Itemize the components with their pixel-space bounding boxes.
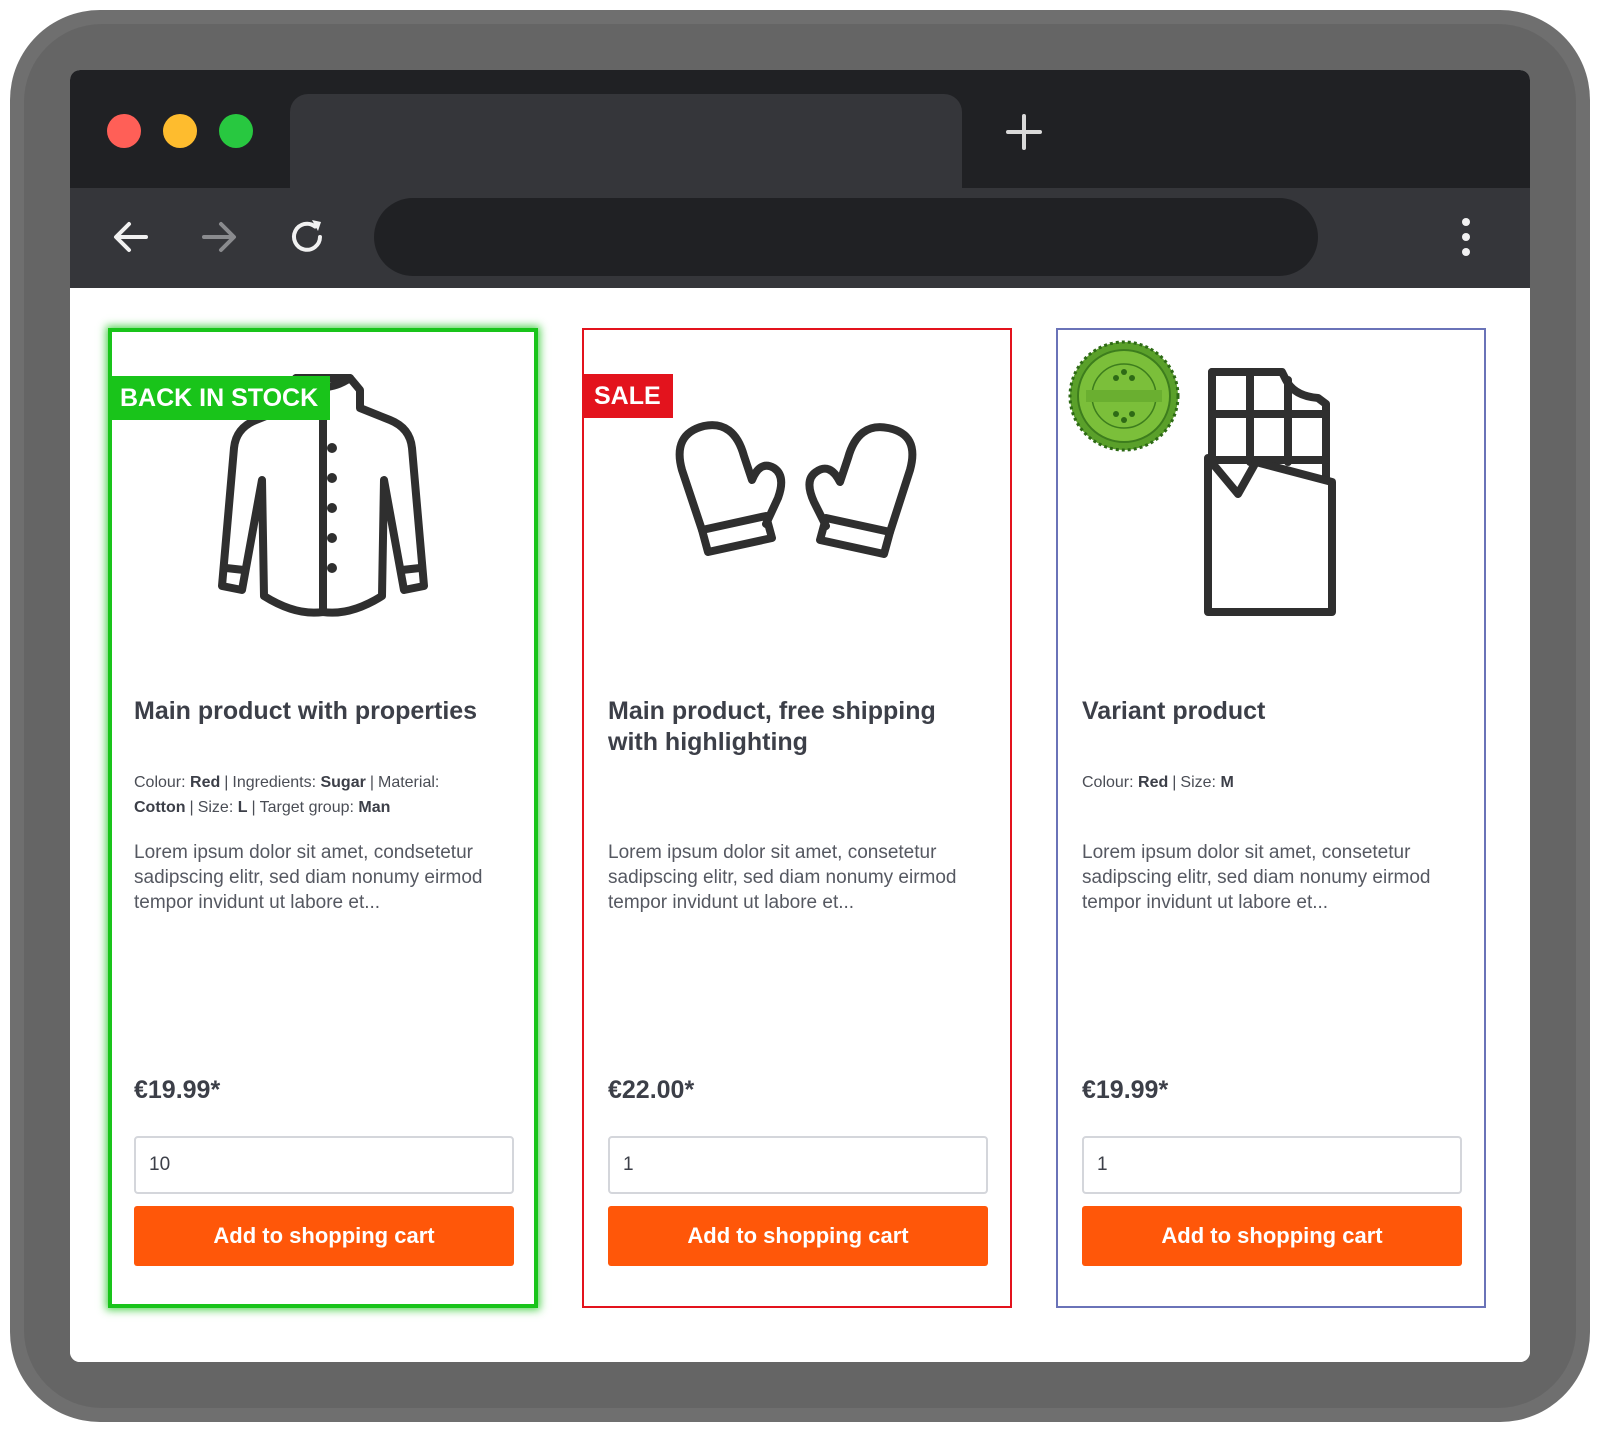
property-value: Red	[1138, 774, 1169, 791]
arrow-left-icon[interactable]	[110, 216, 152, 258]
browser-titlebar	[70, 70, 1530, 188]
add-to-cart-button[interactable]: Add to shopping cart	[134, 1206, 514, 1266]
property-value: Sugar	[320, 774, 366, 791]
back-in-stock-badge: BACK IN STOCK	[108, 376, 331, 420]
property-label: Size:	[197, 799, 234, 816]
product-description: Lorem ipsum dolor sit amet, consetetur s…	[608, 842, 957, 913]
property-label: Size:	[1180, 774, 1216, 791]
property-label: Material:	[377, 774, 440, 791]
close-window-button[interactable]	[107, 114, 141, 148]
quantity-input[interactable]	[608, 1136, 988, 1194]
property-value: Cotton	[134, 799, 186, 816]
property-label: Colour:	[1082, 774, 1134, 791]
quantity-input[interactable]	[1082, 1136, 1462, 1194]
browser-tab[interactable]	[290, 94, 962, 188]
product-card[interactable]: Variant product Colour: Red | Size: M Lore…	[1056, 328, 1486, 1308]
product-description: Lorem ipsum dolor sit amet, condsetetur …	[134, 842, 483, 913]
address-bar[interactable]	[374, 198, 1318, 276]
product-price: €22.00*	[608, 1076, 695, 1104]
quantity-input[interactable]	[134, 1136, 514, 1194]
product-image[interactable]	[1058, 330, 1484, 650]
product-title[interactable]: Main product with properties	[134, 696, 514, 727]
browser-window: BACK IN STOCK Main product with properti…	[70, 70, 1530, 1362]
add-to-cart-button[interactable]: Add to shopping cart	[608, 1206, 988, 1266]
product-title[interactable]: Variant product	[1082, 696, 1462, 727]
add-to-cart-button[interactable]: Add to shopping cart	[1082, 1206, 1462, 1266]
plus-icon[interactable]	[1004, 112, 1044, 152]
maximize-window-button[interactable]	[219, 114, 253, 148]
kebab-menu-icon[interactable]	[1458, 214, 1474, 260]
property-label: Colour:	[134, 774, 186, 791]
browser-toolbar	[70, 188, 1530, 288]
minimize-window-button[interactable]	[163, 114, 197, 148]
product-card[interactable]: BACK IN STOCK Main product with properti…	[108, 328, 538, 1308]
product-title[interactable]: Main product, free shipping with highlig…	[608, 696, 988, 758]
guaranteed-seal-icon	[1068, 340, 1180, 452]
product-properties: Colour: Red | Ingredients: Sugar | Material:…	[134, 774, 440, 816]
chocolate-bar-icon	[1204, 368, 1336, 616]
reload-icon[interactable]	[286, 216, 328, 258]
product-price: €19.99*	[1082, 1076, 1169, 1104]
property-value: Man	[358, 799, 391, 816]
product-price: €19.99*	[134, 1076, 221, 1104]
property-value: L	[237, 799, 248, 816]
product-listing: BACK IN STOCK Main product with properti…	[70, 288, 1530, 1362]
property-label: Ingredients:	[232, 774, 317, 791]
property-value: M	[1220, 774, 1234, 791]
property-value: Red	[190, 774, 221, 791]
property-label: Target group:	[259, 799, 354, 816]
sale-badge: SALE	[582, 374, 673, 418]
product-description: Lorem ipsum dolor sit amet, consetetur s…	[1082, 842, 1431, 913]
product-card[interactable]: SALE Main product, free shipping with hi…	[582, 328, 1012, 1308]
product-properties: Colour: Red | Size: M	[1082, 774, 1234, 791]
mittens-icon	[675, 421, 917, 558]
arrow-right-icon[interactable]	[198, 216, 240, 258]
